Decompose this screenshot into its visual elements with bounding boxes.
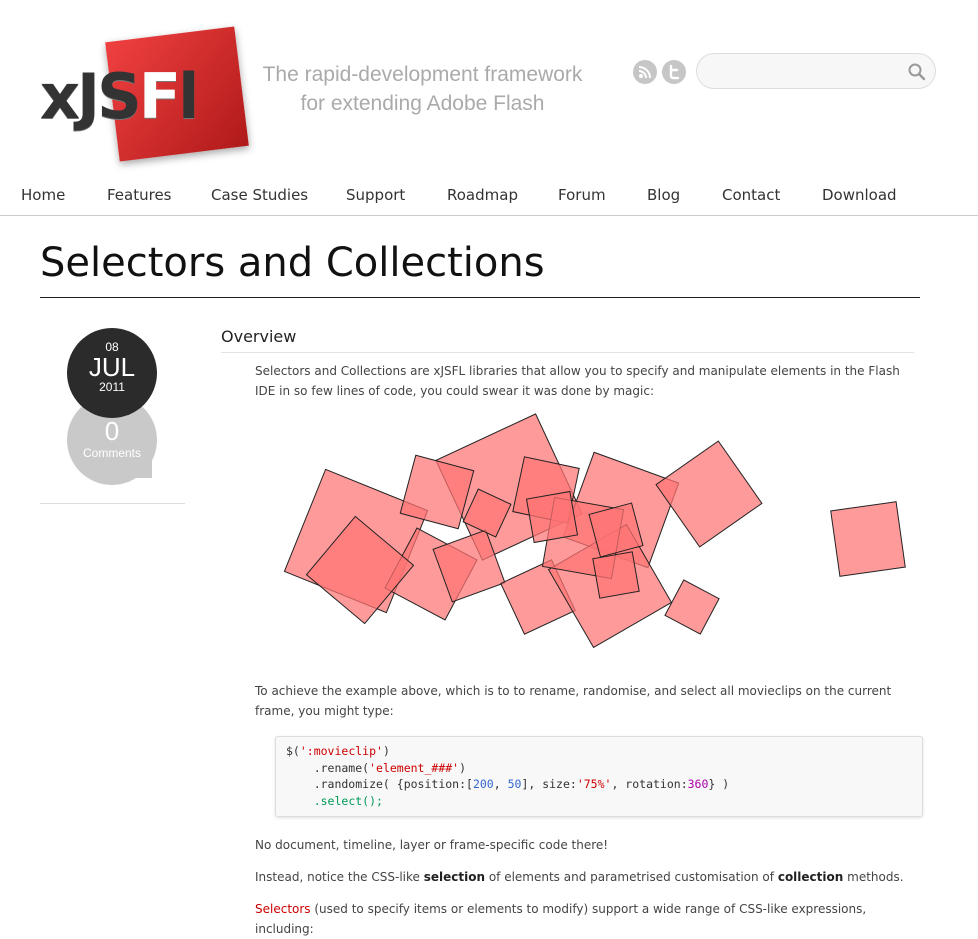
square bbox=[664, 579, 720, 635]
nav-home[interactable]: Home bbox=[21, 186, 65, 204]
date-badge: 08 JUL 2011 bbox=[67, 328, 157, 418]
sidebar-divider bbox=[40, 503, 185, 504]
nav-roadmap[interactable]: Roadmap bbox=[447, 186, 518, 204]
date-year: 2011 bbox=[99, 380, 125, 394]
search-box bbox=[696, 53, 936, 89]
note-paragraph-2: Instead, notice the CSS-like selection o… bbox=[255, 870, 904, 884]
square bbox=[655, 440, 763, 548]
tagline: The rapid-development framework for exte… bbox=[240, 60, 605, 118]
date-month: JUL bbox=[88, 352, 136, 382]
title-divider bbox=[40, 297, 920, 298]
code-block: $(':movieclip') .rename('element_###') .… bbox=[275, 736, 923, 817]
square bbox=[525, 490, 579, 544]
nav-support[interactable]: Support bbox=[346, 186, 405, 204]
tagline-line-2: for extending Adobe Flash bbox=[300, 92, 545, 115]
search-input[interactable] bbox=[711, 62, 905, 84]
nav-features[interactable]: Features bbox=[107, 186, 172, 204]
nav-contact[interactable]: Contact bbox=[722, 186, 780, 204]
note-paragraph-3: Selectors (used to specify items or elem… bbox=[255, 902, 867, 936]
selectors-link[interactable]: Selectors bbox=[255, 902, 311, 916]
random-squares-illustration bbox=[283, 413, 906, 649]
nav-download[interactable]: Download bbox=[822, 186, 897, 204]
tagline-line-1: The rapid-development framework bbox=[262, 63, 583, 86]
nav-blog[interactable]: Blog bbox=[647, 186, 680, 204]
section-heading: Overview bbox=[221, 327, 297, 346]
twitter-icon[interactable] bbox=[662, 60, 686, 84]
search-icon[interactable] bbox=[907, 62, 927, 82]
main-nav: Home Features Case Studies Support Roadm… bbox=[0, 183, 978, 216]
nav-case-studies[interactable]: Case Studies bbox=[211, 186, 308, 204]
rss-icon[interactable] bbox=[633, 60, 657, 84]
intro-paragraph: Selectors and Collections are xJSFL libr… bbox=[255, 364, 900, 398]
nav-forum[interactable]: Forum bbox=[558, 186, 606, 204]
square bbox=[592, 551, 640, 599]
note-paragraph-1: No document, timeline, layer or frame-sp… bbox=[255, 838, 609, 852]
comments-label: Comments bbox=[82, 446, 141, 460]
example-intro-paragraph: To achieve the example above, which is t… bbox=[255, 684, 892, 718]
square bbox=[830, 501, 906, 577]
page-title: Selectors and Collections bbox=[40, 240, 545, 286]
logo[interactable]: xJSFl bbox=[40, 60, 199, 133]
comments-count: 0 bbox=[104, 416, 120, 446]
section-divider bbox=[221, 352, 914, 353]
